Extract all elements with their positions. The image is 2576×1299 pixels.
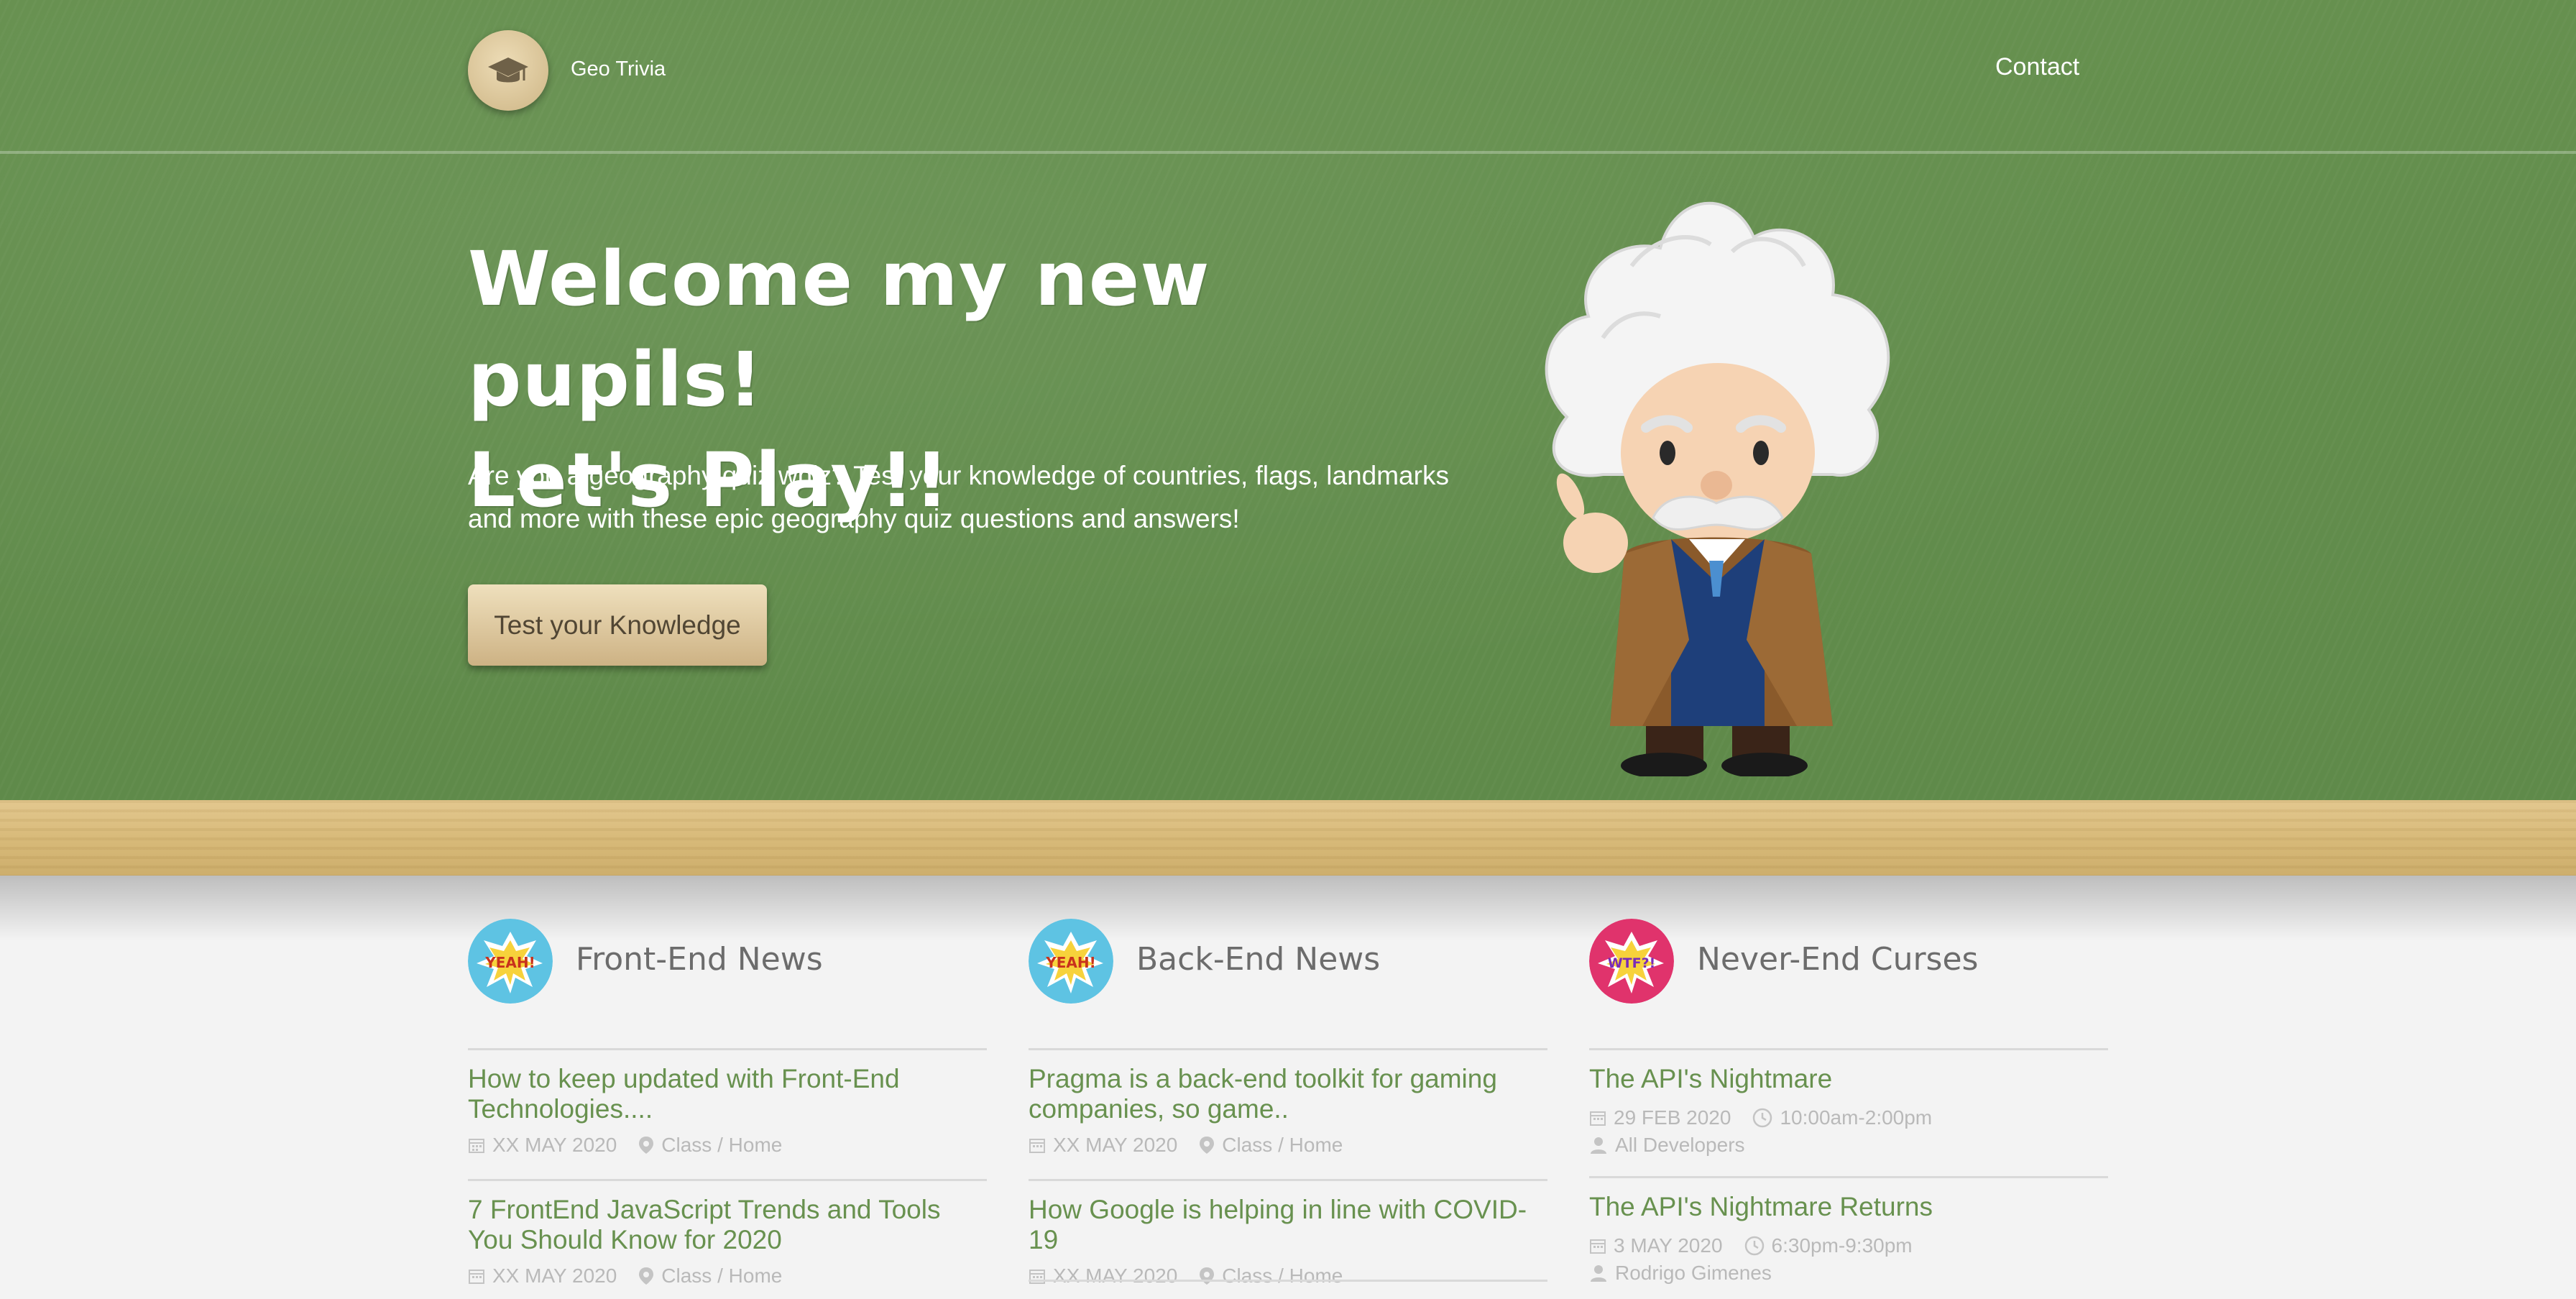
map-pin-icon xyxy=(639,1267,654,1285)
list-item[interactable]: Pragma is a back-end toolkit for gaming … xyxy=(1029,1064,1547,1159)
news-title-link[interactable]: How Google is helping in line with COVID… xyxy=(1029,1195,1547,1255)
list-item[interactable]: The API's Nightmare Returns 3 MAY 2020 6… xyxy=(1589,1192,2108,1287)
news-title-link[interactable]: 7 FrontEnd JavaScript Trends and Tools Y… xyxy=(468,1195,987,1255)
item-divider xyxy=(1589,1176,2108,1178)
item-location: Class / Home xyxy=(661,1264,783,1287)
hero-chalkboard: Geo Trivia Contact Welcome my new pupils… xyxy=(0,0,2576,800)
map-pin-icon xyxy=(639,1137,654,1154)
event-time: 6:30pm-9:30pm xyxy=(1771,1234,1913,1257)
calendar-icon xyxy=(469,1139,484,1153)
person-icon xyxy=(1591,1265,1606,1282)
column-title: Never-End Curses xyxy=(1697,941,1979,978)
svg-text:WTF?!: WTF?! xyxy=(1608,955,1656,971)
calendar-icon xyxy=(1590,1239,1606,1254)
event-title-link[interactable]: The API's Nightmare xyxy=(1589,1064,2108,1094)
hero-intro: Are you a geography quiz whiz? Test your… xyxy=(468,461,1449,533)
calendar-icon xyxy=(1029,1270,1045,1284)
event-speaker: Rodrigo Gimenes xyxy=(1615,1262,1772,1284)
wooden-chalk-ledge xyxy=(0,800,2576,876)
svg-text:YEAH!: YEAH! xyxy=(1045,954,1095,971)
news-title-link[interactable]: Pragma is a back-end toolkit for gaming … xyxy=(1029,1064,1547,1124)
event-time: 10:00am-2:00pm xyxy=(1780,1106,1933,1129)
item-location: Class / Home xyxy=(1222,1264,1343,1287)
item-divider xyxy=(1029,1179,1547,1181)
brand-name[interactable]: Geo Trivia xyxy=(571,58,666,81)
yeah-badge-icon: YEAH! xyxy=(1029,919,1113,1004)
column-divider xyxy=(1029,1048,1547,1050)
calendar-icon xyxy=(469,1270,484,1284)
site-logo[interactable] xyxy=(468,30,548,111)
contact-link[interactable]: Contact xyxy=(1995,53,2079,81)
wtf-badge-icon: WTF?! xyxy=(1589,919,1674,1004)
item-location: Class / Home xyxy=(1222,1134,1343,1156)
list-item[interactable]: The API's Nightmare 29 FEB 2020 10:00am-… xyxy=(1589,1064,2108,1159)
item-divider xyxy=(1029,1280,1547,1282)
yeah-badge-icon: YEAH! xyxy=(468,919,553,1004)
list-item[interactable]: How Google is helping in line with COVID… xyxy=(1029,1195,1547,1290)
test-knowledge-button[interactable]: Test your Knowledge xyxy=(468,584,767,666)
clock-icon xyxy=(1744,1236,1764,1256)
column-title: Back-End News xyxy=(1136,941,1381,978)
ledge-shadow xyxy=(0,876,2576,940)
map-pin-icon xyxy=(1200,1267,1215,1285)
news-title-link[interactable]: How to keep updated with Front-End Techn… xyxy=(468,1064,987,1124)
item-location: Class / Home xyxy=(661,1134,783,1156)
event-date: 3 MAY 2020 xyxy=(1614,1234,1723,1257)
map-pin-icon xyxy=(1200,1137,1215,1154)
clock-icon xyxy=(1753,1108,1772,1128)
svg-text:YEAH!: YEAH! xyxy=(484,954,535,971)
event-title-link[interactable]: The API's Nightmare Returns xyxy=(1589,1192,2108,1222)
header-divider xyxy=(0,151,2576,154)
person-icon xyxy=(1591,1137,1606,1154)
item-date: XX MAY 2020 xyxy=(1053,1134,1178,1156)
calendar-icon xyxy=(1590,1111,1606,1126)
event-date: 29 FEB 2020 xyxy=(1614,1106,1731,1129)
einstein-mascot-illustration xyxy=(1545,201,1890,776)
event-audience: All Developers xyxy=(1615,1134,1745,1156)
item-divider xyxy=(468,1179,987,1181)
item-date: XX MAY 2020 xyxy=(1053,1264,1178,1287)
calendar-icon xyxy=(1029,1139,1045,1153)
column-divider xyxy=(468,1048,987,1050)
column-title: Front-End News xyxy=(576,941,823,978)
list-item[interactable]: How to keep updated with Front-End Techn… xyxy=(468,1064,987,1159)
graduation-cap-icon xyxy=(488,58,528,83)
item-date: XX MAY 2020 xyxy=(492,1134,617,1156)
list-item[interactable]: 7 FrontEnd JavaScript Trends and Tools Y… xyxy=(468,1195,987,1290)
headline-line-1: Welcome my new pupils! xyxy=(468,235,1210,423)
item-date: XX MAY 2020 xyxy=(492,1264,617,1287)
column-divider xyxy=(1589,1048,2108,1050)
